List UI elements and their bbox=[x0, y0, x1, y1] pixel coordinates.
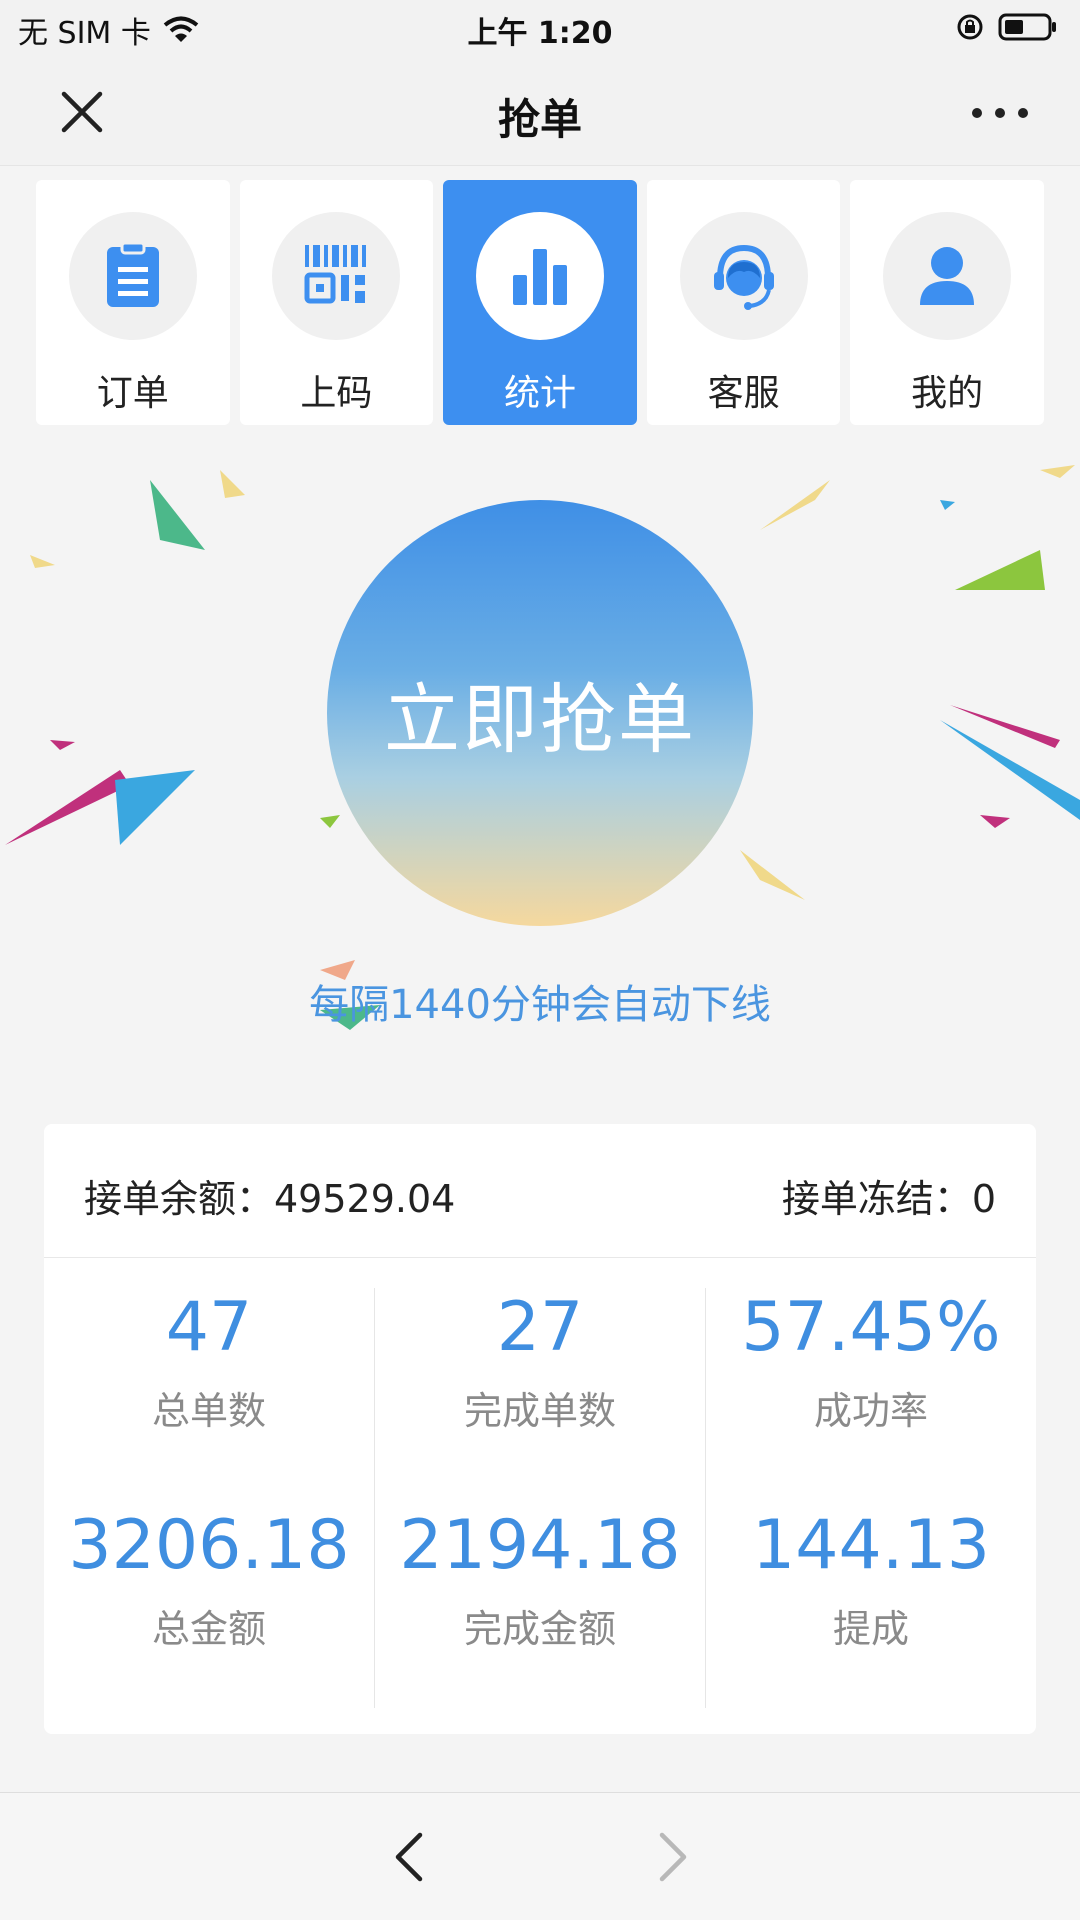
stat-label: 完成金额 bbox=[463, 1607, 616, 1651]
headset-icon bbox=[713, 244, 774, 310]
grab-order-button[interactable]: 立即抢单 bbox=[327, 500, 753, 926]
stats-grid: 47 总单数 27 完成单数 57.45% 成功率 3206.18 总金额 21… bbox=[44, 1258, 1036, 1734]
auto-offline-notice: 每隔1440分钟会自动下线 bbox=[309, 982, 771, 1028]
stat-value: 47 bbox=[165, 1288, 253, 1367]
menu-label: 统计 bbox=[503, 373, 576, 414]
menu-item-orders[interactable]: 订单 bbox=[36, 180, 230, 425]
stat-label: 提成 bbox=[832, 1607, 909, 1651]
more-icon[interactable] bbox=[970, 106, 1030, 120]
menu-label: 客服 bbox=[707, 373, 780, 414]
menu-label: 上码 bbox=[300, 373, 373, 414]
balance-row: 接单余额：49529.04 接单冻结：0 bbox=[44, 1124, 1036, 1258]
stat-value: 27 bbox=[496, 1288, 584, 1367]
top-menu: 订单 上码 统计 客服 我的 bbox=[36, 180, 1044, 430]
forward-arrow-icon[interactable] bbox=[652, 1831, 692, 1883]
qrcode-icon bbox=[304, 245, 367, 304]
status-bar: 无 SIM 卡 上午 1:20 bbox=[0, 0, 1080, 56]
stat-completed-amount: 2194.18 完成金额 bbox=[375, 1476, 705, 1696]
menu-item-customer-service[interactable]: 客服 bbox=[646, 180, 841, 425]
battery-icon bbox=[998, 13, 1056, 41]
stat-total-orders: 47 总单数 bbox=[44, 1258, 374, 1478]
clock: 上午 1:20 bbox=[467, 16, 613, 51]
order-balance: 接单余额：49529.04 bbox=[84, 1177, 456, 1221]
back-arrow-icon[interactable] bbox=[390, 1831, 430, 1883]
stat-label: 总金额 bbox=[151, 1607, 266, 1651]
stat-total-amount: 3206.18 总金额 bbox=[44, 1476, 374, 1696]
menu-item-statistics[interactable]: 统计 bbox=[443, 180, 637, 425]
menu-label: 订单 bbox=[96, 373, 169, 414]
stat-completed-orders: 27 完成单数 bbox=[375, 1258, 705, 1478]
clipboard-icon bbox=[106, 241, 159, 307]
grab-button-label: 立即抢单 bbox=[384, 675, 696, 764]
menu-item-mine[interactable]: 我的 bbox=[850, 180, 1044, 425]
order-frozen: 接单冻结：0 bbox=[781, 1177, 996, 1221]
bar-chart-icon bbox=[512, 249, 567, 305]
stat-label: 成功率 bbox=[813, 1389, 928, 1433]
stat-success-rate: 57.45% 成功率 bbox=[706, 1258, 1036, 1478]
browser-bottom-bar bbox=[0, 1792, 1080, 1920]
menu-label: 我的 bbox=[911, 373, 984, 414]
stat-value: 2194.18 bbox=[399, 1506, 681, 1585]
stat-label: 总单数 bbox=[151, 1389, 266, 1433]
stat-commission: 144.13 提成 bbox=[706, 1476, 1036, 1696]
rotation-lock-icon bbox=[957, 14, 983, 40]
stat-value: 3206.18 bbox=[68, 1506, 350, 1585]
stat-value: 144.13 bbox=[752, 1506, 990, 1585]
stat-label: 完成单数 bbox=[463, 1389, 616, 1433]
user-icon bbox=[920, 247, 975, 305]
page-title: 抢单 bbox=[497, 95, 582, 144]
nav-bar: 抢单 bbox=[0, 56, 1080, 166]
stats-card: 接单余额：49529.04 接单冻结：0 47 总单数 27 完成单数 57.4… bbox=[44, 1124, 1036, 1734]
menu-item-upload-code[interactable]: 上码 bbox=[239, 180, 434, 425]
stat-value: 57.45% bbox=[741, 1288, 1001, 1367]
